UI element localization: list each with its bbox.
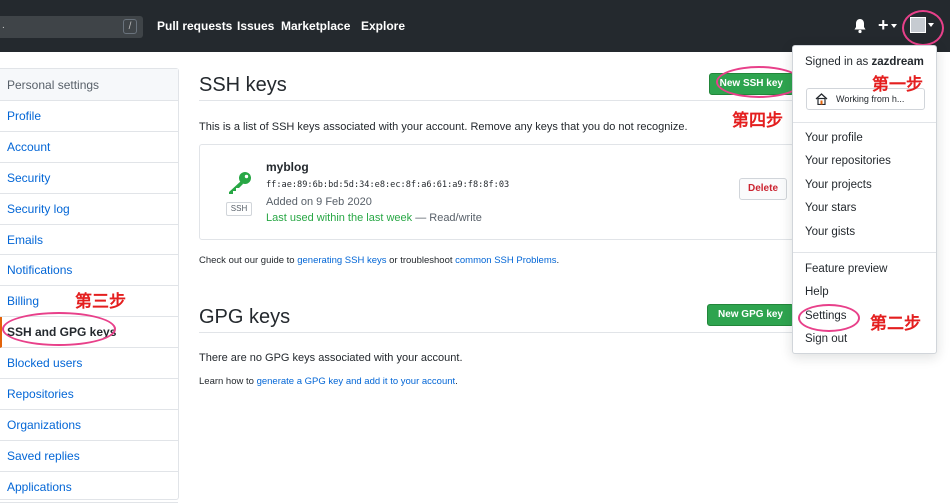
ssh-badge: SSH bbox=[226, 202, 252, 216]
bell-icon[interactable] bbox=[853, 18, 867, 34]
menu-sign-out[interactable]: Sign out bbox=[805, 333, 847, 345]
ssh-section-header: SSH keys New SSH key bbox=[199, 68, 794, 101]
gpg-title: GPG keys bbox=[199, 306, 291, 328]
annotation-step1: 第一步 bbox=[872, 75, 923, 95]
chevron-down-icon bbox=[890, 24, 897, 29]
menu-your-repositories[interactable]: Your repositories bbox=[805, 155, 891, 167]
gpg-section-header: GPG keys New GPG key bbox=[199, 300, 794, 333]
chevron-down-icon bbox=[928, 23, 934, 27]
menu-feature-preview[interactable]: Feature preview bbox=[805, 263, 887, 275]
common-ssh-problems-link[interactable]: common SSH Problems bbox=[455, 255, 556, 266]
ssh-key-card: SSH myblog ff:ae:89:6b:bd:5d:34:e8:ec:8f… bbox=[199, 144, 794, 240]
username: zazdream bbox=[871, 56, 924, 68]
main-content: SSH keys New SSH key This is a list of S… bbox=[199, 68, 794, 387]
guide-prefix: Check out our guide to bbox=[199, 255, 298, 266]
sidebar-item-saved-replies[interactable]: Saved replies bbox=[0, 441, 178, 472]
delete-key-button[interactable]: Delete bbox=[739, 178, 787, 200]
ssh-description: This is a list of SSH keys associated wi… bbox=[199, 121, 688, 133]
sidebar-item-account[interactable]: Account bbox=[0, 132, 178, 163]
signed-in-prefix: Signed in as bbox=[805, 56, 872, 68]
search-input[interactable]: . / bbox=[0, 16, 143, 38]
house-icon bbox=[815, 93, 828, 105]
sidebar-item-security[interactable]: Security bbox=[0, 163, 178, 194]
search-cursor: . bbox=[2, 20, 5, 31]
sidebar-item-applications[interactable]: Applications bbox=[0, 472, 178, 503]
menu-your-stars[interactable]: Your stars bbox=[805, 202, 856, 214]
generate-gpg-key-link[interactable]: generate a GPG key and add it to your ac… bbox=[257, 376, 456, 387]
sidebar-item-repositories[interactable]: Repositories bbox=[0, 379, 178, 410]
generating-ssh-keys-link[interactable]: generating SSH keys bbox=[297, 255, 386, 266]
nav-marketplace[interactable]: Marketplace bbox=[281, 19, 350, 33]
gpg-empty-text: There are no GPG keys associated with yo… bbox=[199, 352, 463, 364]
ssh-key-added: Added on 9 Feb 2020 bbox=[266, 196, 372, 208]
plus-icon[interactable]: + bbox=[878, 15, 897, 36]
gpg-learn-text: Learn how to generate a GPG key and add … bbox=[199, 376, 458, 387]
divider bbox=[793, 122, 936, 123]
sidebar-item-profile[interactable]: Profile bbox=[0, 101, 178, 132]
learn-prefix: Learn how to bbox=[199, 376, 257, 387]
new-ssh-key-button[interactable]: New SSH key bbox=[708, 73, 794, 95]
annotation-step3: 第三步 bbox=[75, 292, 126, 312]
sidebar-item-ssh-gpg-keys[interactable]: SSH and GPG keys bbox=[0, 317, 178, 349]
ssh-guide-text: Check out our guide to generating SSH ke… bbox=[199, 255, 559, 266]
ssh-key-usage: Last used within the last week — Read/wr… bbox=[266, 212, 482, 224]
sidebar-item-security-log[interactable]: Security log bbox=[0, 194, 178, 225]
nav-pull-requests[interactable]: Pull requests bbox=[157, 19, 232, 33]
key-icon bbox=[229, 172, 251, 194]
sidebar-item-blocked-users[interactable]: Blocked users bbox=[0, 348, 178, 380]
ssh-key-name: myblog bbox=[266, 160, 309, 174]
ssh-key-access: — Read/write bbox=[412, 212, 482, 224]
sidebar-item-organizations[interactable]: Organizations bbox=[0, 410, 178, 441]
menu-your-projects[interactable]: Your projects bbox=[805, 179, 872, 191]
sidebar-heading: Personal settings bbox=[0, 69, 178, 101]
status-text: Working from h... bbox=[836, 94, 905, 104]
settings-sidebar: Personal settings Profile Account Securi… bbox=[0, 68, 179, 503]
ssh-key-last-used: Last used within the last week bbox=[266, 212, 413, 224]
signed-in-label: Signed in as zazdream bbox=[805, 56, 924, 68]
guide-suffix: . bbox=[556, 255, 560, 266]
ssh-key-fingerprint: ff:ae:89:6b:bd:5d:34:e8:ec:8f:a6:61:a9:f… bbox=[266, 180, 510, 190]
guide-middle: or troubleshoot bbox=[386, 255, 456, 266]
user-menu-toggle[interactable] bbox=[910, 17, 934, 33]
nav-explore[interactable]: Explore bbox=[361, 19, 405, 33]
divider bbox=[793, 252, 936, 253]
menu-help[interactable]: Help bbox=[805, 286, 829, 298]
new-gpg-key-button[interactable]: New GPG key bbox=[706, 304, 794, 326]
annotation-step4: 第四步 bbox=[732, 111, 783, 131]
ssh-title: SSH keys bbox=[199, 74, 287, 96]
learn-suffix: . bbox=[455, 376, 458, 387]
avatar bbox=[910, 17, 926, 33]
menu-your-gists[interactable]: Your gists bbox=[805, 226, 855, 238]
menu-your-profile[interactable]: Your profile bbox=[805, 132, 863, 144]
nav-issues[interactable]: Issues bbox=[237, 19, 274, 33]
sidebar-item-emails[interactable]: Emails bbox=[0, 225, 178, 256]
sidebar-item-notifications[interactable]: Notifications bbox=[0, 255, 178, 287]
menu-settings[interactable]: Settings bbox=[805, 310, 847, 322]
annotation-step2: 第二步 bbox=[870, 314, 921, 334]
search-slash-hint: / bbox=[123, 19, 137, 34]
